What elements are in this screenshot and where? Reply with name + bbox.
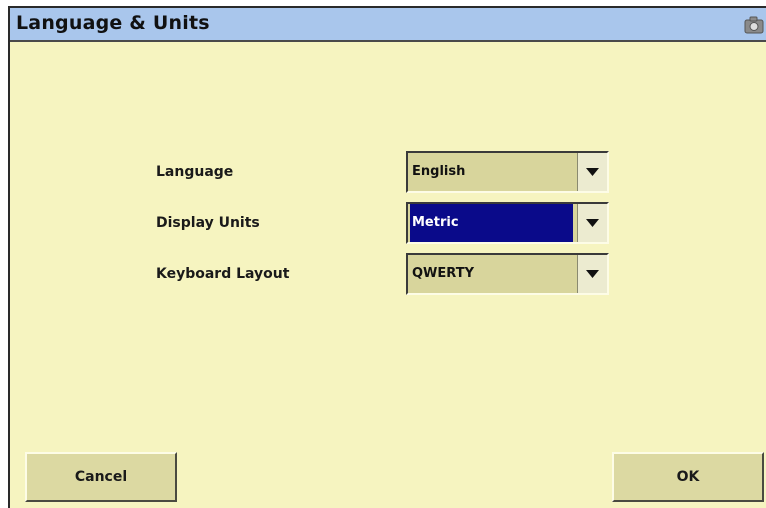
chevron-down-icon [586, 168, 599, 176]
cancel-button[interactable]: Cancel [25, 452, 177, 502]
language-units-screen: Language & Units Language English Displa… [8, 6, 766, 508]
chevron-down-icon [586, 219, 599, 227]
chevron-down-icon [586, 270, 599, 278]
window-title: Language & Units [16, 12, 210, 34]
language-dropdown[interactable]: English [406, 151, 609, 193]
keyboard-layout-label: Keyboard Layout [156, 266, 290, 282]
language-dropdown-button[interactable] [577, 153, 607, 191]
display-units-value: Metric [410, 204, 573, 242]
display-units-dropdown[interactable]: Metric [406, 202, 609, 244]
display-units-dropdown-button[interactable] [577, 204, 607, 242]
title-bar: Language & Units [10, 8, 766, 42]
language-label: Language [156, 164, 234, 180]
keyboard-layout-dropdown[interactable]: QWERTY [406, 253, 609, 295]
keyboard-layout-dropdown-button[interactable] [577, 255, 607, 293]
ok-button[interactable]: OK [612, 452, 764, 502]
camera-icon[interactable] [744, 16, 764, 34]
language-value: English [412, 164, 466, 179]
keyboard-layout-value: QWERTY [412, 266, 474, 281]
display-units-label: Display Units [156, 215, 260, 231]
